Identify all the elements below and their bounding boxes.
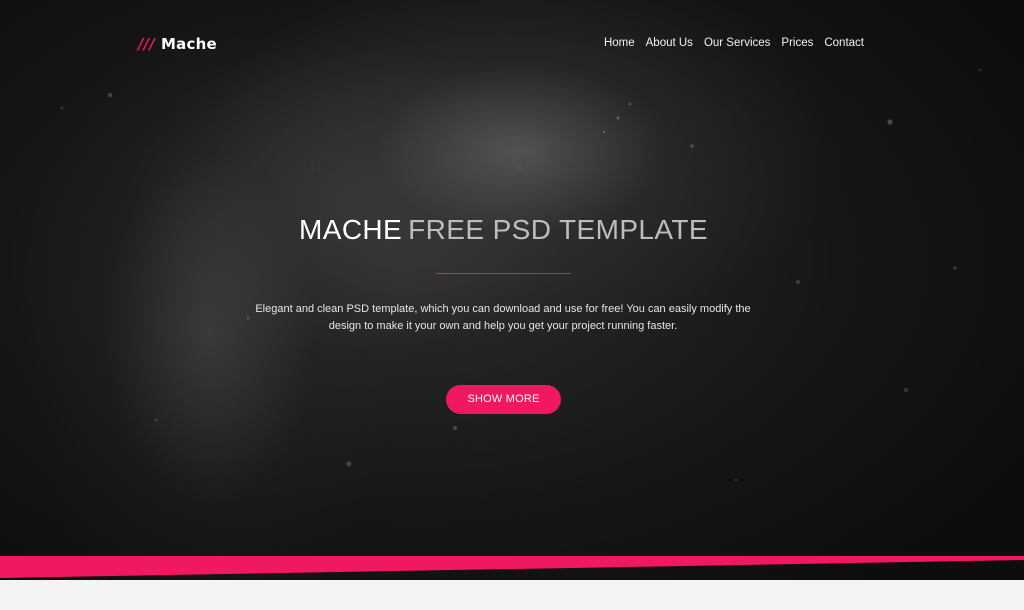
accent-band — [0, 556, 1024, 578]
